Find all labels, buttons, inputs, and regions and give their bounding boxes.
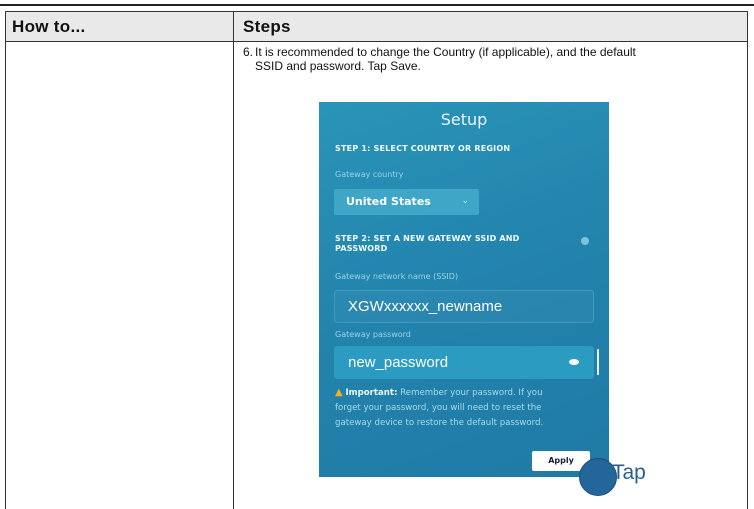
step2-heading-line1: STEP 2: SET A NEW GATEWAY SSID AND bbox=[335, 234, 520, 243]
column-divider bbox=[233, 11, 234, 509]
table-left-border bbox=[5, 11, 6, 509]
password-label: Gateway password bbox=[335, 330, 411, 339]
ssid-input[interactable]: XGWxxxxxx_newname bbox=[334, 290, 594, 323]
setup-title: Setup bbox=[440, 110, 488, 129]
step-6-text: 6. It is recommended to change the Countr… bbox=[243, 45, 743, 73]
step-text-line2: SSID and password. Tap Save. bbox=[255, 59, 421, 73]
step-text-line1: It is recommended to change the Country … bbox=[255, 45, 636, 59]
ssid-value: XGWxxxxxx_newname bbox=[348, 298, 503, 315]
password-value: new_password bbox=[348, 354, 449, 371]
warning-line3: gateway device to restore the default pa… bbox=[335, 418, 544, 428]
password-input[interactable]: new_password bbox=[334, 346, 599, 379]
warning-line2: forget your password, you will need to r… bbox=[335, 403, 542, 413]
table-right-border bbox=[747, 11, 748, 509]
step1-heading: STEP 1: SELECT COUNTRY OR REGION bbox=[335, 144, 511, 153]
tap-label: Tap bbox=[612, 461, 646, 484]
header-bottom-border bbox=[5, 41, 748, 42]
password-warning: ▲ Important: Remember your password. If … bbox=[335, 385, 595, 431]
country-value: United States bbox=[346, 195, 431, 208]
ssid-label: Gateway network name (SSID) bbox=[335, 272, 459, 281]
password-field-edge bbox=[597, 349, 599, 375]
header-steps: Steps bbox=[243, 17, 291, 36]
chevron-down-icon: ⌄ bbox=[461, 196, 469, 206]
setup-screenshot: Setup STEP 1: SELECT COUNTRY OR REGION G… bbox=[319, 102, 609, 477]
warning-icon: ▲ bbox=[335, 387, 343, 398]
eye-icon[interactable] bbox=[569, 359, 579, 365]
warning-bold: Important: bbox=[345, 388, 398, 398]
table-top-border bbox=[5, 11, 748, 12]
step-number: 6. bbox=[243, 45, 254, 59]
header-how-to: How to... bbox=[12, 17, 86, 36]
country-select[interactable]: United States ⌄ bbox=[334, 189, 479, 215]
step2-heading: STEP 2: SET A NEW GATEWAY SSID AND PASSW… bbox=[335, 234, 520, 254]
step2-heading-line2: PASSWORD bbox=[335, 244, 388, 253]
top-rule bbox=[0, 4, 754, 6]
header-cell-steps bbox=[234, 12, 747, 41]
country-label: Gateway country bbox=[335, 170, 404, 179]
warning-line1: Remember your password. If you bbox=[400, 388, 543, 398]
info-icon[interactable] bbox=[581, 237, 589, 245]
